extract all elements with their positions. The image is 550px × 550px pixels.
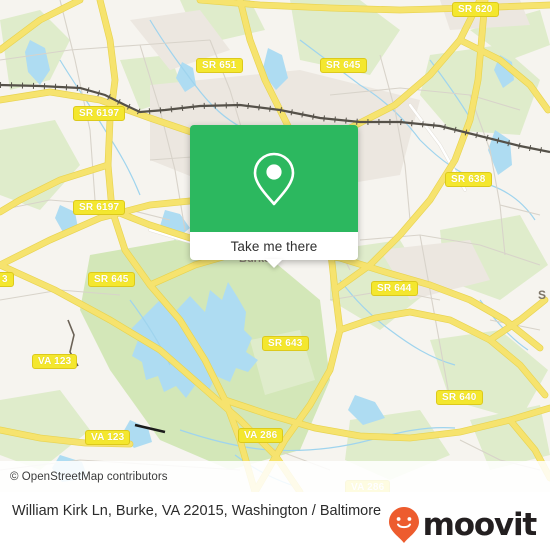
road-shield-partial-left: 3 — [0, 272, 14, 287]
map-attribution-bar: © OpenStreetMap contributors — [0, 461, 550, 492]
footer-bar: William Kirk Ln, Burke, VA 22015, Washin… — [0, 492, 550, 550]
road-shield-sr-643: SR 643 — [262, 336, 309, 351]
map-pin-icon — [253, 152, 295, 205]
road-shield-sr-6197-n: SR 6197 — [73, 106, 126, 121]
location-title: William Kirk Ln, Burke, VA 22015, Washin… — [12, 503, 382, 519]
map-canvas[interactable]: .land { fill:#f6f4ef; } .green { fill:#d… — [0, 0, 550, 492]
road-shield-sr-651: SR 651 — [196, 58, 243, 73]
road-shield-sr-640: SR 640 — [436, 390, 483, 405]
callout-pointer — [265, 259, 283, 268]
callout-action-bar[interactable]: Take me there — [190, 232, 358, 268]
moovit-brand[interactable]: moovit — [388, 492, 550, 544]
road-shield-va-123-n: VA 123 — [32, 354, 78, 369]
road-shield-sr-645-s: SR 645 — [88, 272, 135, 287]
take-me-there-callout[interactable]: Take me there — [190, 125, 358, 268]
osm-attribution-text[interactable]: © OpenStreetMap contributors — [0, 471, 168, 483]
take-me-there-label: Take me there — [230, 238, 318, 254]
place-label-edge: S — [538, 288, 547, 302]
moovit-map-screenshot: .land { fill:#f6f4ef; } .green { fill:#d… — [0, 0, 550, 550]
moovit-pin-logo-icon — [388, 507, 419, 543]
callout-pin-area — [190, 125, 358, 232]
road-shield-sr-645-n: SR 645 — [320, 58, 367, 73]
moovit-wordmark: moovit — [422, 506, 538, 543]
road-shield-sr-6197-s: SR 6197 — [73, 200, 126, 215]
road-shield-sr-620: SR 620 — [452, 2, 499, 17]
road-shield-va-123-s: VA 123 — [85, 430, 131, 445]
road-shield-va-286-w: VA 286 — [238, 428, 284, 443]
road-shield-sr-644: SR 644 — [371, 281, 418, 296]
road-shield-sr-638: SR 638 — [445, 172, 492, 187]
